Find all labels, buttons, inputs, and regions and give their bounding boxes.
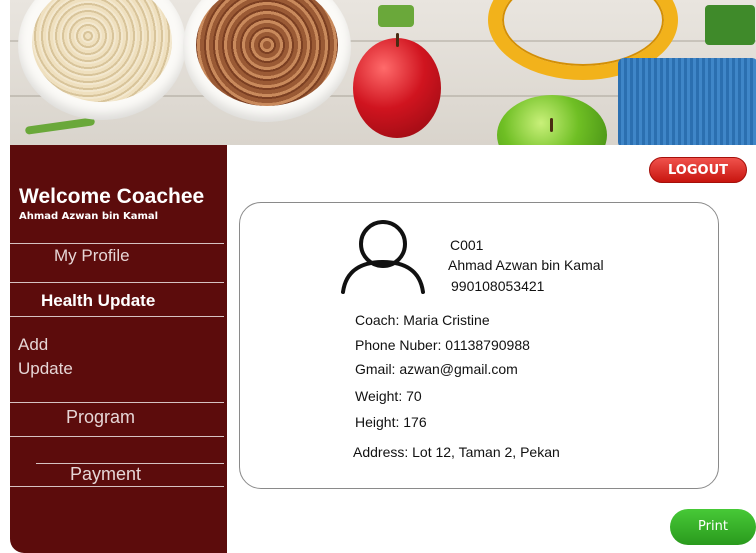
coach-name: Coach: Maria Cristine [355, 312, 490, 328]
sidebar: Welcome Coachee Ahmad Azwan bin Kamal My… [10, 145, 227, 553]
height-value: Height: 176 [355, 414, 427, 430]
sidebar-item-payment[interactable]: Payment [70, 464, 141, 485]
phone-number: Phone Nuber: 01138790988 [355, 337, 530, 353]
address: Address: Lot 12, Taman 2, Pekan [353, 444, 560, 460]
divider [10, 402, 224, 403]
coachee-ic-number: 990108053421 [451, 278, 545, 294]
divider [10, 316, 224, 317]
add-update-label-line1: Add [18, 335, 49, 354]
sidebar-item-program[interactable]: Program [66, 407, 135, 428]
sidebar-item-add-update[interactable]: Add Update [18, 333, 73, 381]
divider [10, 486, 224, 487]
gmail-address: Gmail: azwan@gmail.com [355, 361, 518, 377]
divider [10, 282, 224, 283]
sidebar-item-health-update[interactable]: Health Update [41, 291, 155, 311]
add-update-label-line2: Update [18, 359, 73, 378]
user-avatar-icon [341, 220, 425, 294]
coachee-id: C001 [450, 237, 484, 253]
header-banner-image [10, 0, 756, 145]
welcome-heading: Welcome Coachee [19, 185, 205, 208]
weight-value: Weight: 70 [355, 388, 422, 404]
user-name: Ahmad Azwan bin Kamal [19, 211, 159, 222]
coachee-name: Ahmad Azwan bin Kamal [448, 257, 604, 273]
print-button[interactable]: Print [670, 509, 756, 545]
divider [10, 243, 224, 244]
app-window: Welcome Coachee Ahmad Azwan bin Kamal My… [0, 0, 756, 553]
logout-button[interactable]: LOGOUT [649, 157, 747, 183]
divider [10, 436, 224, 437]
sidebar-item-my-profile[interactable]: My Profile [54, 246, 130, 266]
